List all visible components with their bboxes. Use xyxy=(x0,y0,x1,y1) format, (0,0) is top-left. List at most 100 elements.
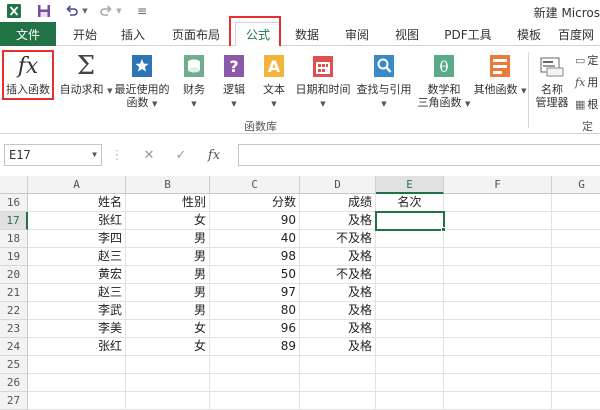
row-header-17[interactable]: 17 xyxy=(0,212,28,230)
cell-e19[interactable] xyxy=(376,248,444,266)
name-box[interactable]: E17 ▼ xyxy=(4,144,102,166)
column-header-a[interactable]: A xyxy=(28,176,126,194)
cell-f16[interactable] xyxy=(444,194,552,212)
save-icon[interactable] xyxy=(36,3,52,19)
cell-a26[interactable] xyxy=(28,374,126,392)
fill-handle[interactable] xyxy=(441,227,446,232)
cell-e24[interactable] xyxy=(376,338,444,356)
cell-b22[interactable]: 男 xyxy=(126,302,210,320)
cell-d18[interactable]: 不及格 xyxy=(300,230,376,248)
text-functions-button[interactable]: A 文本 ▼ xyxy=(256,52,292,111)
cell-a17[interactable]: 张红 xyxy=(28,212,126,230)
row-header-19[interactable]: 19 xyxy=(0,248,28,266)
tab-baidu[interactable]: 百度网 xyxy=(558,22,600,46)
tab-page-layout[interactable]: 页面布局 xyxy=(160,22,232,46)
redo-icon[interactable] xyxy=(98,3,114,19)
worksheet-grid[interactable]: A B C D E F G 16 17 18 19 20 21 22 23 24… xyxy=(0,176,600,410)
cell-b19[interactable]: 男 xyxy=(126,248,210,266)
recently-used-button[interactable]: 最近使用的 函数 ▼ xyxy=(112,52,172,111)
cell-a18[interactable]: 李四 xyxy=(28,230,126,248)
row-header-27[interactable]: 27 xyxy=(0,392,28,410)
cell-g25[interactable] xyxy=(552,356,600,374)
enter-check-icon[interactable]: ✓ xyxy=(170,146,192,164)
tab-home[interactable]: 开始 xyxy=(62,22,108,46)
row-header-21[interactable]: 21 xyxy=(0,284,28,302)
use-in-formula-button[interactable]: fx 用 xyxy=(575,74,598,90)
cell-f26[interactable] xyxy=(444,374,552,392)
cell-b21[interactable]: 男 xyxy=(126,284,210,302)
cell-e25[interactable] xyxy=(376,356,444,374)
cell-g27[interactable] xyxy=(552,392,600,410)
cell-g23[interactable] xyxy=(552,320,600,338)
cell-b25[interactable] xyxy=(126,356,210,374)
cell-g24[interactable] xyxy=(552,338,600,356)
cell-d25[interactable] xyxy=(300,356,376,374)
cell-f18[interactable] xyxy=(444,230,552,248)
cell-c22[interactable]: 80 xyxy=(210,302,300,320)
cell-a16[interactable]: 姓名 xyxy=(28,194,126,212)
cell-g17[interactable] xyxy=(552,212,600,230)
row-header-24[interactable]: 24 xyxy=(0,338,28,356)
date-time-button[interactable]: 日期和时间 ▼ xyxy=(294,52,352,111)
select-all-corner[interactable] xyxy=(0,176,28,194)
name-manager-button[interactable]: 名称 管理器 xyxy=(532,52,572,109)
name-box-dropdown-icon[interactable]: ▼ xyxy=(92,145,97,165)
redo-dropdown-icon[interactable]: ▼ xyxy=(114,3,124,19)
row-header-23[interactable]: 23 xyxy=(0,320,28,338)
tab-file[interactable]: 文件 xyxy=(0,22,56,46)
cell-e16[interactable]: 名次 xyxy=(376,194,444,212)
cell-a22[interactable]: 李武 xyxy=(28,302,126,320)
cell-b24[interactable]: 女 xyxy=(126,338,210,356)
row-header-26[interactable]: 26 xyxy=(0,374,28,392)
cell-g22[interactable] xyxy=(552,302,600,320)
cell-f20[interactable] xyxy=(444,266,552,284)
cell-g20[interactable] xyxy=(552,266,600,284)
tab-view[interactable]: 视图 xyxy=(384,22,430,46)
cell-e22[interactable] xyxy=(376,302,444,320)
cell-b23[interactable]: 女 xyxy=(126,320,210,338)
logical-button[interactable]: ? 逻辑 ▼ xyxy=(216,52,252,111)
cell-d19[interactable]: 及格 xyxy=(300,248,376,266)
row-header-20[interactable]: 20 xyxy=(0,266,28,284)
tab-insert[interactable]: 插入 xyxy=(110,22,156,46)
cell-g19[interactable] xyxy=(552,248,600,266)
cell-d26[interactable] xyxy=(300,374,376,392)
cell-b27[interactable] xyxy=(126,392,210,410)
cell-f17[interactable] xyxy=(444,212,552,230)
cell-d27[interactable] xyxy=(300,392,376,410)
cell-a24[interactable]: 张红 xyxy=(28,338,126,356)
undo-icon[interactable] xyxy=(64,3,80,19)
cell-a23[interactable]: 李美 xyxy=(28,320,126,338)
math-trig-button[interactable]: θ 数学和 三角函数 ▼ xyxy=(416,52,472,111)
financial-button[interactable]: 财务 ▼ xyxy=(176,52,212,111)
cell-g26[interactable] xyxy=(552,374,600,392)
cell-e23[interactable] xyxy=(376,320,444,338)
cell-c26[interactable] xyxy=(210,374,300,392)
cell-g21[interactable] xyxy=(552,284,600,302)
formula-input[interactable] xyxy=(238,144,600,166)
cell-a21[interactable]: 赵三 xyxy=(28,284,126,302)
cell-f24[interactable] xyxy=(444,338,552,356)
row-header-22[interactable]: 22 xyxy=(0,302,28,320)
cell-b20[interactable]: 男 xyxy=(126,266,210,284)
customize-qat-icon[interactable]: ≡ xyxy=(134,3,150,19)
cell-f25[interactable] xyxy=(444,356,552,374)
tab-review[interactable]: 审阅 xyxy=(334,22,380,46)
column-header-b[interactable]: B xyxy=(126,176,210,194)
cell-c27[interactable] xyxy=(210,392,300,410)
autosum-button[interactable]: Σ 自动求和 ▼ xyxy=(60,51,113,98)
cancel-icon[interactable]: ✕ xyxy=(138,146,160,164)
cell-g16[interactable] xyxy=(552,194,600,212)
cell-e27[interactable] xyxy=(376,392,444,410)
cell-d16[interactable]: 成绩 xyxy=(300,194,376,212)
insert-function-fx-icon[interactable]: fx xyxy=(202,146,226,164)
cell-c23[interactable]: 96 xyxy=(210,320,300,338)
cell-b26[interactable] xyxy=(126,374,210,392)
cell-f21[interactable] xyxy=(444,284,552,302)
column-header-f[interactable]: F xyxy=(444,176,552,194)
cell-e20[interactable] xyxy=(376,266,444,284)
cell-c16[interactable]: 分数 xyxy=(210,194,300,212)
cell-a20[interactable]: 黄宏 xyxy=(28,266,126,284)
undo-dropdown-icon[interactable]: ▼ xyxy=(80,3,90,19)
column-header-e[interactable]: E xyxy=(376,176,444,194)
